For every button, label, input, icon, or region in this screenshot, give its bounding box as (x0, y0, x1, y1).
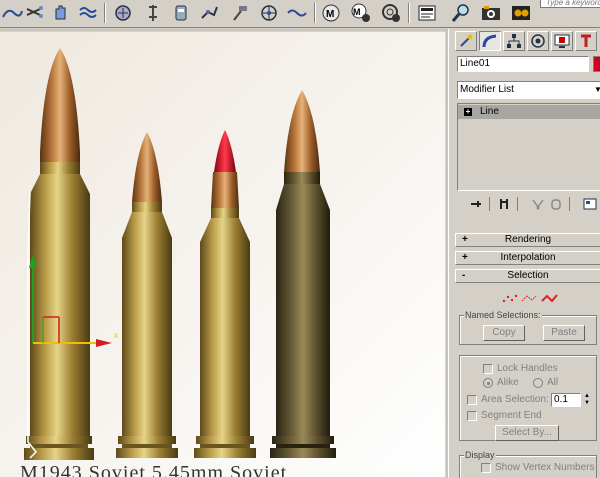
spline-icon[interactable] (541, 294, 558, 303)
create-icon (460, 34, 473, 47)
wave-icon[interactable] (76, 1, 102, 25)
lock-handles-checkbox[interactable] (483, 364, 493, 374)
remove-modifier-icon[interactable] (547, 195, 565, 213)
viewport-background-image: x (0, 32, 445, 477)
spinner-down-icon[interactable]: ▼ (583, 400, 591, 407)
stack-toolbar (457, 193, 600, 215)
selection-rollout-header[interactable]: - Selection (455, 269, 600, 283)
hierarchy-tab[interactable] (503, 31, 525, 51)
display-tab[interactable] (551, 31, 573, 51)
alike-label: Alike (497, 377, 519, 388)
rendering-rollout-header[interactable]: + Rendering (455, 233, 600, 247)
magnifier-icon[interactable] (448, 1, 474, 25)
segment-end-checkbox[interactable] (467, 411, 477, 421)
show-end-result-icon[interactable] (495, 195, 513, 213)
object-color-swatch[interactable] (593, 56, 600, 72)
paste-button[interactable]: Paste (543, 325, 585, 341)
create-tab[interactable] (455, 31, 477, 51)
hand-icon[interactable] (48, 1, 74, 25)
select-by-button[interactable]: Select By... (495, 425, 559, 441)
gizmo-x-label: x (114, 331, 118, 340)
lock-handles-label: Lock Handles (497, 363, 558, 374)
film-icon[interactable] (508, 1, 534, 25)
spinner-up-icon[interactable]: ▲ (583, 393, 591, 400)
hammer-icon[interactable] (226, 1, 252, 25)
copy-button[interactable]: Copy (483, 325, 525, 341)
snapshot-icon[interactable] (110, 1, 136, 25)
vertex-icon[interactable] (502, 294, 518, 303)
scissors-icon[interactable] (22, 1, 48, 25)
hierarchy-icon (507, 34, 521, 48)
svg-text:M: M (353, 7, 361, 17)
make-unique-icon[interactable] (529, 195, 547, 213)
utilities-tab[interactable] (575, 31, 597, 51)
cylinder-icon[interactable] (168, 1, 194, 25)
area-selection-spinner[interactable]: ▲ ▼ (583, 393, 591, 407)
bones-icon[interactable] (196, 1, 222, 25)
utilities-icon (581, 34, 591, 47)
svg-text:M: M (326, 9, 334, 20)
viewport-frame: x M1943 Soviet 5.45mm Soviet (0, 29, 448, 478)
motion-icon (531, 34, 545, 48)
perspective-viewport[interactable]: x M1943 Soviet 5.45mm Soviet (0, 31, 446, 478)
alike-radio[interactable] (483, 378, 493, 388)
interpolation-rollout-header[interactable]: + Interpolation (455, 251, 600, 265)
modifier-list-dropdown[interactable]: Modifier List ▼ (457, 81, 600, 99)
command-panel: Line01 Modifier List ▼ + Line + Renderin… (448, 29, 600, 478)
expand-icon[interactable]: + (464, 108, 472, 116)
display-icon (554, 34, 570, 48)
keyword-search-input[interactable]: Type a keyword (540, 0, 600, 8)
modifier-list-label: Modifier List (460, 84, 514, 95)
configure-modifier-sets-icon[interactable] (581, 195, 599, 213)
modify-tab[interactable] (479, 31, 501, 51)
pin-stack-icon[interactable] (467, 195, 485, 213)
show-vertex-numbers-checkbox[interactable] (481, 463, 491, 473)
chevron-down-icon: ▼ (594, 85, 600, 94)
rollout-container: + Rendering + Interpolation - Selection … (455, 233, 600, 478)
image-caption: M1943 Soviet 5.45mm Soviet (20, 462, 288, 478)
m-shirt-icon[interactable]: M (318, 1, 344, 25)
segment-icon[interactable] (521, 295, 537, 302)
main-toolbar: M M Type a keyword (0, 0, 600, 28)
all-label: All (547, 377, 559, 388)
stack-item-line[interactable]: + Line (458, 105, 600, 119)
show-vertex-numbers-label: Show Vertex Numbers (495, 462, 595, 473)
stack-item-label: Line (480, 106, 499, 117)
area-selection-label: Area Selection: (481, 394, 549, 405)
all-radio[interactable] (533, 378, 543, 388)
render-frame-icon[interactable] (414, 1, 440, 25)
m-ball-icon[interactable]: M (348, 1, 374, 25)
modifier-stack: + Line (457, 103, 600, 191)
motion-tab[interactable] (527, 31, 549, 51)
segment-end-label: Segment End (481, 410, 542, 421)
pin-icon[interactable] (140, 1, 166, 25)
subobject-level-icons (502, 294, 558, 303)
area-selection-checkbox[interactable] (467, 395, 477, 405)
m-spiral-icon[interactable] (378, 1, 404, 25)
target-icon[interactable] (256, 1, 282, 25)
wave-icon[interactable] (284, 1, 310, 25)
object-name-field[interactable]: Line01 (457, 56, 589, 72)
modify-icon (482, 34, 497, 48)
camera-icon[interactable] (478, 1, 504, 25)
area-selection-value-field[interactable]: 0.1 (551, 393, 581, 407)
